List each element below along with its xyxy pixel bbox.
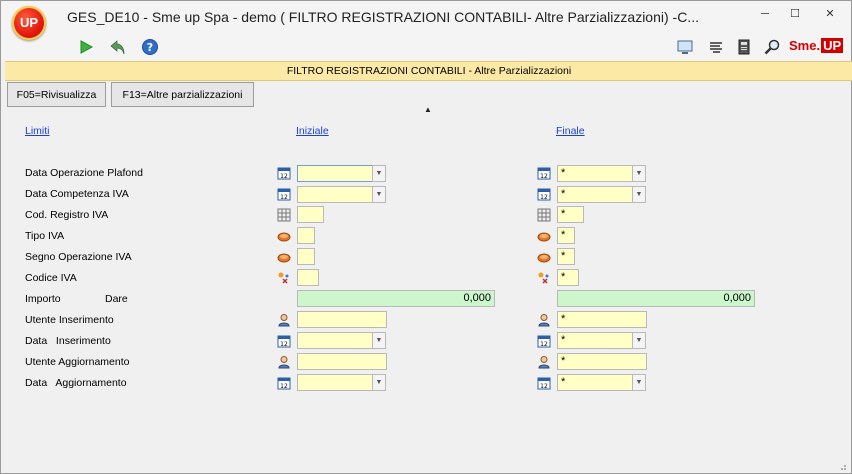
- dropdown-arrow-icon[interactable]: ▼: [632, 332, 646, 349]
- row-label: Cod. Registro IVA: [25, 209, 109, 221]
- row-label: Utente Inserimento: [25, 314, 114, 326]
- refresh-button[interactable]: F05=Rivisualizza: [7, 82, 106, 107]
- initial-field[interactable]: [297, 186, 373, 203]
- window-title: GES_DE10 - Sme up Spa - demo ( FILTRO RE…: [67, 9, 699, 25]
- maximize-button[interactable]: ☐: [781, 5, 809, 23]
- svg-text:12: 12: [540, 194, 548, 201]
- token-icon[interactable]: [277, 250, 291, 264]
- final-field[interactable]: *: [557, 311, 647, 328]
- row-label: Data Competenza IVA: [25, 188, 129, 200]
- row-label: Utente Aggiornamento: [25, 356, 130, 368]
- calendar-icon[interactable]: 12: [277, 187, 291, 201]
- final-amount-field[interactable]: 0,000: [557, 290, 755, 307]
- dropdown-arrow-icon[interactable]: ▼: [632, 186, 646, 203]
- initial-field[interactable]: [297, 248, 315, 265]
- row-label: Data Inserimento: [25, 335, 111, 347]
- svg-text:12: 12: [540, 383, 548, 390]
- svg-text:12: 12: [280, 194, 288, 201]
- calendar-icon[interactable]: 12: [537, 187, 551, 201]
- play-icon[interactable]: [77, 38, 95, 56]
- calendar-icon[interactable]: 12: [277, 334, 291, 348]
- grid-icon[interactable]: [537, 208, 551, 222]
- initial-field[interactable]: [297, 353, 387, 370]
- final-field[interactable]: *: [557, 206, 584, 223]
- calendar-icon[interactable]: 12: [277, 376, 291, 390]
- calendar-icon[interactable]: 12: [537, 334, 551, 348]
- svg-text:?: ?: [147, 41, 153, 54]
- dropdown-arrow-icon[interactable]: ▼: [372, 186, 386, 203]
- token-icon[interactable]: [537, 250, 551, 264]
- dropdown-arrow-icon[interactable]: ▼: [372, 165, 386, 182]
- final-field[interactable]: *: [557, 269, 579, 286]
- row-label: Segno Operazione IVA: [25, 251, 132, 263]
- user-icon[interactable]: [537, 313, 551, 327]
- final-field[interactable]: *: [557, 248, 575, 265]
- dropdown-arrow-icon[interactable]: ▼: [372, 332, 386, 349]
- row-label: Importo: [25, 293, 61, 305]
- row-sublabel: Dare: [105, 293, 128, 305]
- initial-field[interactable]: [297, 206, 324, 223]
- calendar-icon[interactable]: 12: [537, 376, 551, 390]
- back-arrow-icon[interactable]: [109, 38, 127, 56]
- column-iniziale[interactable]: Iniziale: [296, 125, 329, 137]
- final-field[interactable]: *: [557, 374, 633, 391]
- svg-text:12: 12: [280, 383, 288, 390]
- calendar-icon[interactable]: 12: [537, 166, 551, 180]
- other-filters-button[interactable]: F13=Altre parzializzazioni: [111, 82, 254, 107]
- row-label: Codice IVA: [25, 272, 77, 284]
- minimize-button[interactable]: ─: [751, 5, 779, 23]
- app-logo[interactable]: UP: [12, 6, 46, 40]
- panel-header: FILTRO REGISTRAZIONI CONTABILI - Altre P…: [5, 61, 852, 81]
- monitor-icon[interactable]: [676, 38, 694, 56]
- row-label: Data Operazione Plafond: [25, 167, 143, 179]
- grid-icon[interactable]: [277, 208, 291, 222]
- toolbar: ? Sme. UP: [1, 33, 851, 61]
- search-icon[interactable]: [763, 38, 781, 56]
- final-field[interactable]: *: [557, 353, 647, 370]
- svg-text:12: 12: [540, 341, 548, 348]
- help-icon[interactable]: ?: [141, 38, 159, 56]
- app-window: GES_DE10 - Sme up Spa - demo ( FILTRO RE…: [0, 0, 852, 474]
- user-icon[interactable]: [277, 313, 291, 327]
- column-limiti[interactable]: Limiti: [25, 125, 50, 137]
- initial-field[interactable]: [297, 374, 373, 391]
- initial-field[interactable]: [297, 165, 373, 182]
- row-label: Data Aggiornamento: [25, 377, 127, 389]
- user-icon[interactable]: [277, 355, 291, 369]
- initial-field[interactable]: [297, 227, 315, 244]
- final-field[interactable]: *: [557, 332, 633, 349]
- token-icon[interactable]: [277, 229, 291, 243]
- close-button[interactable]: ✕: [816, 5, 844, 23]
- final-field[interactable]: *: [557, 186, 633, 203]
- smeup-brand-logo: Sme. UP: [789, 38, 844, 53]
- initial-field[interactable]: [297, 269, 319, 286]
- svg-text:12: 12: [280, 341, 288, 348]
- token-icon[interactable]: [537, 229, 551, 243]
- column-finale[interactable]: Finale: [556, 125, 585, 137]
- dropdown-arrow-icon[interactable]: ▼: [632, 165, 646, 182]
- initial-amount-field[interactable]: 0,000: [297, 290, 495, 307]
- initial-field[interactable]: [297, 332, 373, 349]
- sparkle-icon[interactable]: [537, 271, 551, 285]
- final-field[interactable]: *: [557, 165, 633, 182]
- resize-grip-icon[interactable]: [837, 461, 847, 471]
- documents-icon[interactable]: [735, 38, 753, 56]
- svg-text:12: 12: [540, 173, 548, 180]
- calendar-icon[interactable]: 12: [277, 166, 291, 180]
- list-icon[interactable]: [707, 38, 725, 56]
- sparkle-icon[interactable]: [277, 271, 291, 285]
- title-bar: GES_DE10 - Sme up Spa - demo ( FILTRO RE…: [1, 1, 851, 33]
- dropdown-arrow-icon[interactable]: ▼: [632, 374, 646, 391]
- final-field[interactable]: *: [557, 227, 575, 244]
- initial-field[interactable]: [297, 311, 387, 328]
- dropdown-arrow-icon[interactable]: ▼: [372, 374, 386, 391]
- svg-text:12: 12: [280, 173, 288, 180]
- collapse-caret-icon[interactable]: ▲: [424, 105, 432, 114]
- row-label: Tipo IVA: [25, 230, 65, 242]
- user-icon[interactable]: [537, 355, 551, 369]
